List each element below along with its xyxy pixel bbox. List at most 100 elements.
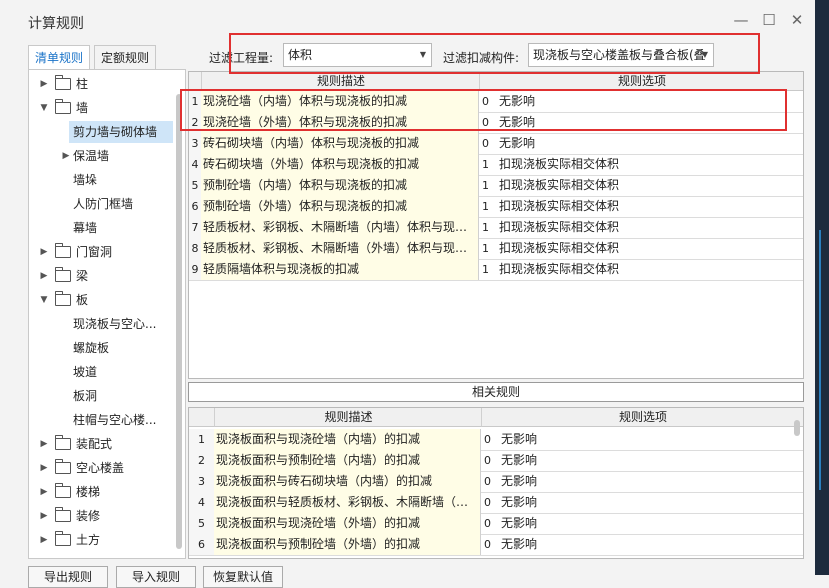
chevron-down-icon[interactable]: ▼	[39, 289, 49, 311]
row-number: 3	[189, 471, 215, 492]
table-row[interactable]: 6 现浇板面积与预制砼墙（外墙）的扣减 0 无影响	[189, 534, 803, 556]
chevron-down-icon[interactable]: ▼	[39, 97, 49, 119]
chevron-right-icon[interactable]: ▶	[39, 433, 49, 455]
rule-option-value[interactable]: 无影响	[501, 492, 801, 513]
tree-item[interactable]: ▶ 装配式	[29, 433, 173, 455]
chevron-right-icon[interactable]: ▶	[39, 529, 49, 551]
folder-icon	[55, 291, 71, 306]
chevron-right-icon[interactable]: ▶	[39, 457, 49, 479]
rule-option-code: 1	[482, 200, 489, 213]
rule-description: 预制砼墙（外墙）体积与现浇板的扣减	[201, 196, 479, 217]
rule-option-value[interactable]: 无影响	[501, 513, 801, 534]
row-number: 6	[189, 534, 215, 555]
row-number: 2	[189, 450, 215, 471]
export-rules-button[interactable]: 导出规则	[28, 566, 108, 588]
chevron-right-icon[interactable]: ▶	[39, 265, 49, 287]
tree-item[interactable]: ▶ 楼梯	[29, 481, 173, 503]
rule-option-value[interactable]: 无影响	[499, 133, 799, 154]
row-number: 4	[189, 492, 215, 513]
rule-option-code: 1	[482, 158, 489, 171]
row-number: 1	[189, 429, 215, 450]
close-icon[interactable]: ✕	[786, 9, 808, 31]
tree-item-label: 柱帽与空心楼...	[73, 413, 157, 427]
tree-item[interactable]: 坡道	[29, 361, 173, 383]
tree-scrollbar[interactable]	[176, 94, 182, 549]
tree-item[interactable]: ▼ 板	[29, 289, 173, 311]
rule-description: 现浇板面积与预制砼墙（内墙）的扣减	[214, 450, 481, 471]
rule-option-value[interactable]: 扣现浇板实际相交体积	[499, 196, 799, 217]
table-row[interactable]: 3 现浇板面积与砖石砌块墙（内墙）的扣减 0 无影响	[189, 471, 803, 493]
rule-option-value[interactable]: 扣现浇板实际相交体积	[499, 217, 799, 238]
rule-option-value[interactable]: 扣现浇板实际相交体积	[499, 175, 799, 196]
rule-description: 预制砼墙（内墙）体积与现浇板的扣减	[201, 175, 479, 196]
chevron-right-icon[interactable]: ▶	[61, 145, 71, 167]
rule-option-code: 0	[484, 433, 491, 446]
tree-item[interactable]: 板洞	[29, 385, 173, 407]
rule-description: 轻质板材、彩钢板、木隔断墙（外墙）体积与现…	[201, 238, 479, 259]
tree-item-label: 装配式	[76, 437, 113, 451]
tree-item[interactable]: 幕墙	[29, 217, 173, 239]
rule-option-value[interactable]: 无影响	[501, 534, 801, 555]
folder-icon	[55, 507, 71, 522]
tree-item[interactable]: ▶ 空心楼盖	[29, 457, 173, 479]
table-row[interactable]: 5 现浇板面积与现浇砼墙（外墙）的扣减 0 无影响	[189, 513, 803, 535]
tab-bill-rules[interactable]: 清单规则	[28, 45, 91, 71]
tree-item[interactable]: ▼ 墙	[29, 97, 173, 119]
tab-quota-rules[interactable]: 定额规则	[94, 45, 157, 71]
tree-item[interactable]: ▶ 土方	[29, 529, 173, 551]
rule-description: 现浇板面积与现浇砼墙（外墙）的扣减	[214, 513, 481, 534]
maximize-icon[interactable]: ☐	[758, 9, 780, 31]
tree-item[interactable]: ▶ 装修	[29, 505, 173, 527]
minimize-icon[interactable]: —	[730, 9, 752, 31]
table-row[interactable]: 6 预制砼墙（外墙）体积与现浇板的扣减 1 扣现浇板实际相交体积	[189, 196, 803, 218]
related-rules-header[interactable]: 相关规则	[188, 382, 804, 402]
table-row[interactable]: 4 现浇板面积与轻质板材、彩钢板、木隔断墙（… 0 无影响	[189, 492, 803, 514]
table-row[interactable]: 1 现浇板面积与现浇砼墙（内墙）的扣减 0 无影响	[189, 429, 803, 451]
tree-item[interactable]: 墙垛	[29, 169, 173, 191]
rule-option-code: 0	[484, 496, 491, 509]
table-row[interactable]: 2 现浇板面积与预制砼墙（内墙）的扣减 0 无影响	[189, 450, 803, 472]
chevron-right-icon[interactable]: ▶	[39, 505, 49, 527]
table-row[interactable]: 4 砖石砌块墙（外墙）体积与现浇板的扣减 1 扣现浇板实际相交体积	[189, 154, 803, 176]
table-row[interactable]: 3 砖石砌块墙（内墙）体积与现浇板的扣减 0 无影响	[189, 133, 803, 155]
folder-icon	[55, 243, 71, 258]
tree-item[interactable]: 柱帽与空心楼...	[29, 409, 173, 431]
tree-item-label: 人防门框墙	[73, 197, 134, 211]
tree-item[interactable]: 剪力墙与砌体墙	[69, 121, 173, 143]
rule-option-value[interactable]: 无影响	[501, 471, 801, 492]
restore-default-button[interactable]: 恢复默认值	[203, 566, 283, 588]
tree-item-label: 门窗洞	[76, 245, 113, 259]
rule-option-code: 1	[482, 179, 489, 192]
column-header-desc: 规则描述	[214, 408, 482, 427]
tree-item-label: 柱	[76, 77, 89, 91]
rule-option-value[interactable]: 扣现浇板实际相交体积	[499, 238, 799, 259]
table-row[interactable]: 5 预制砼墙（内墙）体积与现浇板的扣减 1 扣现浇板实际相交体积	[189, 175, 803, 197]
tree-item-label: 墙垛	[73, 173, 98, 187]
tree-item[interactable]: ▶ 保温墙	[29, 145, 173, 167]
table-row[interactable]: 7 轻质板材、彩钢板、木隔断墙（内墙）体积与现… 1 扣现浇板实际相交体积	[189, 217, 803, 239]
related-scrollbar[interactable]	[794, 420, 800, 436]
table-row[interactable]: 8 轻质板材、彩钢板、木隔断墙（外墙）体积与现… 1 扣现浇板实际相交体积	[189, 238, 803, 260]
table-row[interactable]: 9 轻质隔墙体积与现浇板的扣减 1 扣现浇板实际相交体积	[189, 259, 803, 281]
tree-item[interactable]: 人防门框墙	[29, 193, 173, 215]
chevron-right-icon[interactable]: ▶	[39, 481, 49, 503]
rule-option-value[interactable]: 扣现浇板实际相交体积	[499, 154, 799, 175]
import-rules-button[interactable]: 导入规则	[116, 566, 196, 588]
related-rules-table: 规则描述 规则选项 1 现浇板面积与现浇砼墙（内墙）的扣减 0 无影响 2 现浇板面积与预…	[188, 407, 804, 559]
folder-icon	[55, 99, 71, 114]
tree-item[interactable]: 螺旋板	[29, 337, 173, 359]
tree-item-label: 装修	[76, 509, 101, 523]
chevron-right-icon[interactable]: ▶	[39, 241, 49, 263]
rule-option-value[interactable]: 扣现浇板实际相交体积	[499, 259, 799, 280]
tree-item[interactable]: ▶ 门窗洞	[29, 241, 173, 263]
rule-description: 砖石砌块墙（内墙）体积与现浇板的扣减	[201, 133, 479, 154]
tree-item-label: 梁	[76, 269, 89, 283]
tree-item-label: 空心楼盖	[76, 461, 125, 475]
rule-option-value[interactable]: 无影响	[501, 429, 801, 450]
tree-item[interactable]: 现浇板与空心...	[29, 313, 173, 335]
tree-item[interactable]: ▶ 柱	[29, 73, 173, 95]
tree-item[interactable]: ▶ 梁	[29, 265, 173, 287]
chevron-right-icon[interactable]: ▶	[39, 73, 49, 95]
rule-option-value[interactable]: 无影响	[501, 450, 801, 471]
highlight-rows-box	[180, 89, 787, 131]
